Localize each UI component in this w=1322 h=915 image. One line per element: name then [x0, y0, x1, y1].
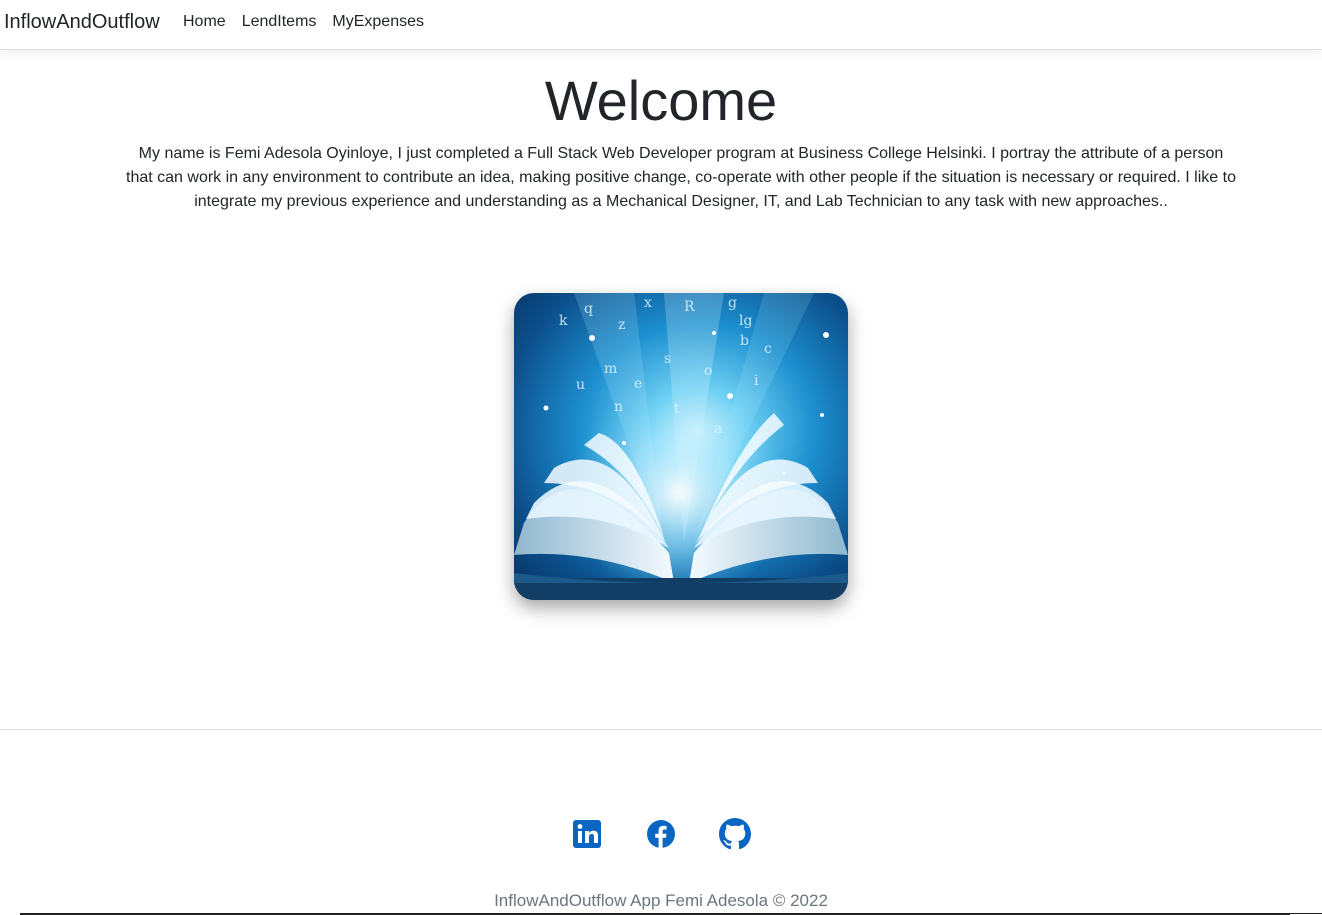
svg-text:i: i: [754, 373, 759, 389]
intro-text: My name is Femi Adesola Oyinloye, I just…: [126, 145, 1236, 210]
facebook-link[interactable]: [645, 818, 677, 850]
brand-link[interactable]: InflowAndOutflow: [4, 10, 160, 34]
nav-links: Home LendItems MyExpenses: [183, 12, 424, 32]
nav-item-myexpenses: MyExpenses: [332, 12, 424, 32]
nav-item-home: Home: [183, 12, 226, 32]
nav-link-home[interactable]: Home: [183, 13, 226, 30]
svg-text:o: o: [704, 363, 712, 379]
facebook-icon: [647, 820, 675, 848]
github-icon: [719, 818, 751, 850]
svg-text:R: R: [684, 299, 695, 315]
nav-link-lenditems[interactable]: LendItems: [242, 13, 317, 30]
svg-text:s: s: [664, 351, 671, 367]
open-book-illustration: kq z x Rg lg b c m e s o i n t a u: [514, 293, 848, 600]
svg-text:x: x: [644, 295, 652, 311]
svg-text:z: z: [618, 317, 625, 333]
social-links: [0, 818, 1322, 850]
bottom-edge-right: [1290, 913, 1322, 914]
svg-text:lg: lg: [739, 313, 752, 329]
svg-text:m: m: [604, 361, 617, 377]
svg-text:e: e: [634, 376, 642, 392]
nav-item-lenditems: LendItems: [242, 12, 317, 32]
svg-text:t: t: [674, 401, 680, 417]
github-link[interactable]: [719, 818, 751, 850]
linkedin-icon: [573, 820, 601, 848]
linkedin-link[interactable]: [571, 818, 603, 850]
svg-text:a: a: [714, 421, 722, 437]
page-title: Welcome: [544, 69, 778, 132]
svg-text:c: c: [764, 341, 772, 357]
svg-text:g: g: [728, 295, 737, 311]
svg-text:k: k: [559, 313, 568, 329]
svg-text:b: b: [740, 333, 749, 349]
copyright-text: InflowAndOutflow App Femi Adesola © 2022: [494, 891, 828, 910]
navbar: InflowAndOutflow Home LendItems MyExpens…: [0, 0, 1322, 50]
svg-text:u: u: [576, 377, 585, 393]
svg-text:q: q: [584, 301, 593, 317]
nav-link-myexpenses[interactable]: MyExpenses: [332, 13, 424, 30]
footer-divider: [0, 729, 1322, 730]
svg-text:n: n: [614, 399, 623, 415]
open-book-image: kq z x Rg lg b c m e s o i n t a u: [514, 293, 848, 600]
